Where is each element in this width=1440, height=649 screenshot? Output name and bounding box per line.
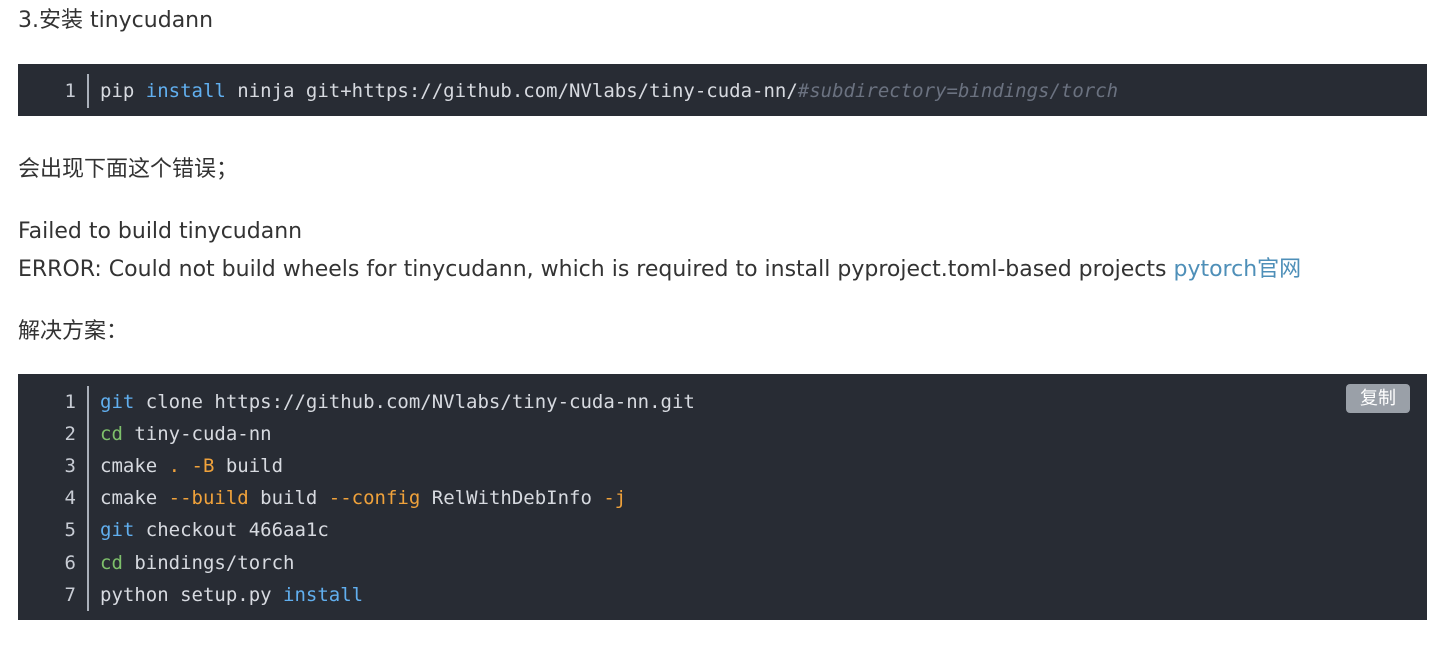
code-text[interactable]: cd bindings/torch: [100, 547, 294, 579]
error-intro-text: 会出现下面这个错误；: [18, 157, 239, 182]
code-text[interactable]: cmake . -B build: [100, 450, 283, 482]
line-number: 5: [64, 519, 76, 541]
code-text[interactable]: git clone https://github.com/NVlabs/tiny…: [100, 386, 695, 418]
line-number: 3: [64, 455, 76, 477]
code-text[interactable]: pip install ninja git+https://github.com…: [100, 75, 1118, 107]
line-number: 1: [64, 391, 76, 413]
section-heading: 3.安装 tinycudann: [18, 8, 214, 33]
code-text[interactable]: cd tiny-cuda-nn: [100, 418, 272, 450]
line-number: 2: [64, 423, 76, 445]
line-number: 4: [64, 487, 76, 509]
line-number: 6: [64, 552, 76, 574]
code-block-install: 1 pip install ninja git+https://github.c…: [18, 64, 1427, 116]
code-text[interactable]: cmake --build build --config RelWithDebI…: [100, 482, 626, 514]
pytorch-link[interactable]: pytorch官网: [1173, 257, 1301, 282]
line-gutter: [87, 74, 89, 108]
code-block-solution: 复制 1 git clone https://github.com/NVlabs…: [18, 374, 1427, 620]
error-message-line-2: ERROR: Could not build wheels for tinycu…: [18, 257, 1302, 282]
line-number: 1: [64, 80, 76, 102]
line-number: 7: [64, 584, 76, 606]
code-text[interactable]: python setup.py install: [100, 579, 363, 611]
code-text[interactable]: git checkout 466aa1c: [100, 514, 329, 546]
copy-button[interactable]: 复制: [1346, 384, 1410, 413]
error-message-line-1: Failed to build tinycudann: [18, 219, 303, 244]
line-gutter: [87, 386, 89, 611]
solution-label: 解决方案：: [18, 319, 129, 344]
